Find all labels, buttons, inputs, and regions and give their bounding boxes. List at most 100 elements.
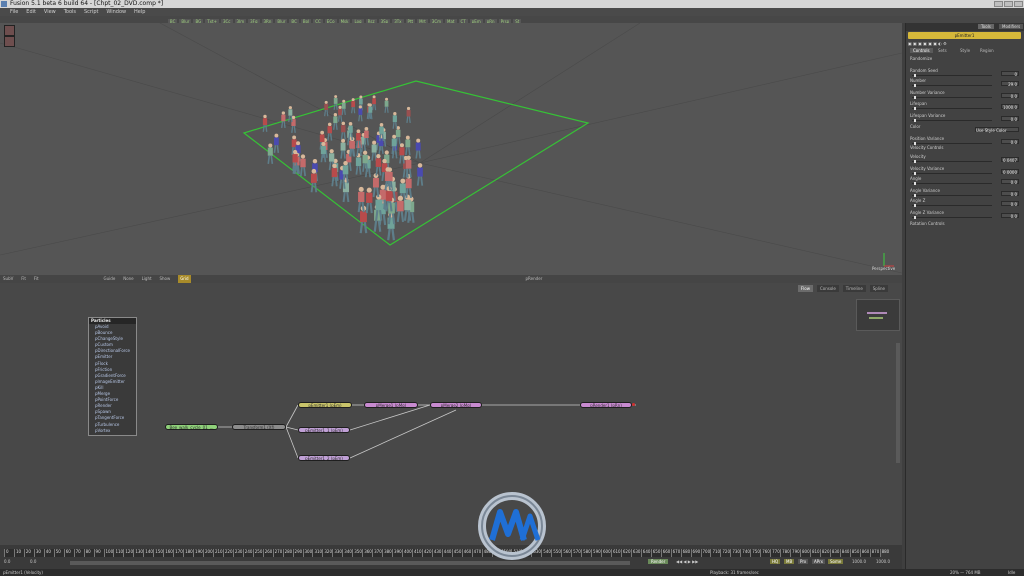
viewer-subview-button[interactable]: SubV	[3, 275, 13, 283]
flow-node-pemitter1[interactable]: pEmitter1 (pEm)	[298, 402, 352, 408]
field-slider[interactable]	[912, 84, 992, 87]
viewer-grid-button[interactable]: Grid	[178, 275, 191, 283]
flow-node-pmerge2[interactable]: pMerge2 (pMg)	[430, 402, 482, 408]
time-tick-label: 850	[851, 549, 860, 554]
field-value[interactable]: 0.0	[1001, 191, 1019, 197]
prx-toggle[interactable]: Prx	[798, 559, 809, 564]
output-port[interactable]	[632, 403, 635, 406]
menu-help[interactable]: Help	[134, 9, 145, 15]
field-slider[interactable]	[912, 194, 992, 197]
some-toggle[interactable]: Some	[828, 559, 844, 564]
viewer-fit-button[interactable]: Fit	[21, 275, 26, 283]
start-time[interactable]: 0.0	[4, 559, 10, 564]
field-value[interactable]: 0.0	[1001, 179, 1019, 185]
tab-tools[interactable]: Tools	[978, 24, 994, 29]
field-value[interactable]: 0.0	[1001, 116, 1019, 122]
slider-knob[interactable]	[914, 119, 916, 122]
slider-knob[interactable]	[914, 107, 916, 110]
viewer-tool-icon-2[interactable]	[4, 36, 15, 47]
menu-script[interactable]: Script	[84, 9, 99, 15]
field-slider[interactable]	[912, 107, 992, 110]
end-time-field[interactable]: 1000.0	[876, 559, 890, 564]
viewer-none-button[interactable]: None	[123, 275, 133, 283]
flow-view[interactable]: Flow Console Timeline Spline Bee_walk_cy…	[0, 283, 902, 545]
subtab-sets[interactable]: Sets	[938, 48, 947, 53]
field-label: Angle	[910, 176, 922, 181]
flow-node-pmerge1[interactable]: pMerge1 (pMg)	[364, 402, 418, 408]
field-slider[interactable]	[912, 204, 992, 207]
field-value[interactable]: 0.0	[1001, 213, 1019, 219]
mb-toggle[interactable]: MB	[784, 559, 795, 564]
menu-window[interactable]: Window	[106, 9, 126, 15]
menu-tools[interactable]: Tools	[64, 9, 76, 15]
time-tick-label: 770	[772, 549, 780, 554]
field-value[interactable]: 0.0000	[1001, 169, 1019, 175]
field-slider[interactable]	[912, 160, 992, 163]
aprx-toggle[interactable]: APrx	[812, 559, 825, 564]
render-button[interactable]: Render	[648, 559, 669, 564]
field-slider[interactable]	[912, 119, 992, 122]
subtab-region[interactable]: Region	[980, 48, 994, 53]
slider-knob[interactable]	[914, 182, 916, 185]
menu-view[interactable]: View	[44, 9, 56, 15]
menu-file[interactable]: File	[10, 9, 18, 15]
slider-knob[interactable]	[914, 216, 916, 219]
slider-knob[interactable]	[914, 172, 916, 175]
crowd-figure	[384, 97, 389, 113]
play-controls[interactable]: ◀◀ ◀ ▶ ▶▶	[676, 559, 698, 564]
field-slider[interactable]	[912, 182, 992, 185]
time-tick	[83, 549, 85, 557]
time-ruler[interactable]: 0 10 20 30 40 50 60 70 80 90 100 110 120 130 140 150 160…	[4, 549, 889, 557]
field-value[interactable]: Use Style Color	[975, 127, 1019, 133]
viewer-light-button[interactable]: Light	[142, 275, 152, 283]
viewer-show-button[interactable]: Show	[159, 275, 170, 283]
tool-name-header[interactable]: pEmitter1	[908, 32, 1021, 39]
field-value[interactable]: 0.0407	[1001, 157, 1019, 163]
crowd-figure	[267, 143, 274, 164]
time-tick-label: 560	[563, 549, 571, 554]
field-slider[interactable]	[912, 142, 992, 145]
field-slider[interactable]	[912, 172, 992, 175]
flow-node-pemitter1-1[interactable]: pEmitter1_1 (pEm)	[298, 427, 350, 433]
time-tick-label: 0	[6, 549, 9, 554]
slider-knob[interactable]	[914, 74, 916, 77]
slider-knob[interactable]	[914, 84, 916, 87]
particles-menu-item[interactable]: pVortex	[89, 428, 136, 434]
time-tick	[73, 549, 75, 557]
menu-edit[interactable]: Edit	[26, 9, 36, 15]
field-value[interactable]: 1000.0	[1001, 104, 1019, 110]
flow-node-pemitter1-2[interactable]: pEmitter1_2 (pEm)	[298, 455, 350, 461]
viewer-fit-button-2[interactable]: Fit	[34, 275, 39, 283]
field-value[interactable]: 29.0	[1001, 81, 1019, 87]
field-slider[interactable]	[912, 74, 992, 77]
field-slider[interactable]	[912, 96, 992, 99]
time-tick	[760, 549, 762, 557]
flow-node-transform[interactable]: Transform1 (Xf)	[232, 424, 286, 430]
time-tick-label: 180	[185, 549, 193, 554]
field-value[interactable]: 0	[1001, 71, 1019, 77]
flow-scrollbar[interactable]	[896, 343, 900, 463]
subtab-controls[interactable]: Controls	[910, 48, 933, 53]
flow-node-walk-loader[interactable]: Bee_walk_cycle_01_...	[165, 424, 218, 430]
field-value[interactable]: 0.0	[1001, 201, 1019, 207]
close-button[interactable]	[1014, 1, 1023, 7]
hq-toggle[interactable]: HQ	[770, 559, 781, 564]
status-playback: Playback: 31 frames/sec	[710, 570, 759, 575]
viewer-guide-button[interactable]: Guide	[104, 275, 116, 283]
field-slider[interactable]	[912, 216, 992, 219]
field-value[interactable]: 0.0	[1001, 93, 1019, 99]
slider-knob[interactable]	[914, 160, 916, 163]
tab-modifiers[interactable]: Modifiers	[999, 24, 1024, 29]
slider-knob[interactable]	[914, 204, 916, 207]
slider-knob[interactable]	[914, 96, 916, 99]
field-value[interactable]: 0.0	[1001, 139, 1019, 145]
subtab-style[interactable]: Style	[960, 48, 970, 53]
maximize-button[interactable]	[1004, 1, 1013, 7]
end-time[interactable]: 1000.0	[852, 559, 866, 564]
slider-knob[interactable]	[914, 194, 916, 197]
minimize-button[interactable]	[994, 1, 1003, 7]
3d-viewer[interactable]: Perspective	[0, 23, 902, 275]
current-time[interactable]: 0.0	[30, 559, 36, 564]
viewer-tool-icon[interactable]	[4, 25, 15, 36]
flow-node-prender[interactable]: pRender1 (pRn)	[580, 402, 632, 408]
